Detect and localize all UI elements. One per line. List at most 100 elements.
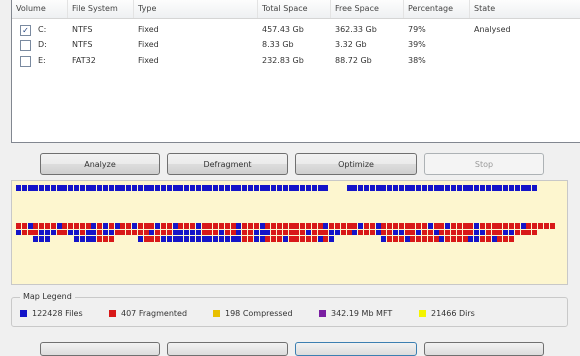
cluster-block-fragmented [422,229,427,236]
cluster-block-fragmented [404,223,410,229]
cluster-block-file [509,185,514,191]
cluster-block-fragmented [514,229,520,236]
cluster-block-file [74,236,79,242]
cluster-block-file [346,185,352,191]
bottom-button-4[interactable] [424,342,544,356]
volume-fs: FAT32 [72,56,96,65]
cluster-block-fragmented [300,223,306,229]
cluster-block-fragmented [416,236,422,242]
cluster-block-file [114,185,120,191]
cluster-block-file [39,185,45,191]
cluster-block-fragmented [248,236,253,242]
cluster-block-fragmented [143,223,149,229]
cluster-block-fragmented [282,223,288,229]
cluster-block-file [306,185,311,191]
cluster-block-fragmented [97,236,103,242]
cluster-block-fragmented [155,229,161,236]
cluster-block-fragmented [526,229,532,236]
cluster-block-fragmented [126,229,132,236]
cluster-block-file [27,223,33,229]
cluster-block-fragmented [538,223,543,229]
cluster-block-file [445,223,451,229]
volume-state [470,37,474,53]
cluster-block-file [317,185,323,191]
cluster-block-fragmented [230,229,236,236]
stop-button[interactable]: Stop [424,153,544,175]
cluster-block-file [288,185,294,191]
cluster-block-fragmented [456,236,462,242]
cluster-block-fragmented [451,223,456,229]
cluster-block-fragmented [132,229,137,236]
cluster-block-fragmented [491,223,497,229]
cluster-block-fragmented [161,223,166,229]
cluster-block-fragmented [62,229,68,236]
cluster-block-file [375,229,381,236]
col-percentage[interactable]: Percentage [404,0,470,18]
bottom-button-3[interactable] [295,342,417,356]
cluster-block-fragmented [526,223,532,229]
cluster-block-file [27,185,33,191]
cluster-block-file [68,229,74,236]
cluster-block-fragmented [468,223,474,229]
cluster-block-fragmented [224,229,230,236]
col-total-space[interactable]: Total Space [258,0,331,18]
cluster-block-file [509,229,514,236]
bottom-button-2[interactable] [167,342,288,356]
col-type[interactable]: Type [134,0,258,18]
volume-list[interactable]: Volume File System Type Total Space Free… [11,0,580,143]
volume-row[interactable]: D: NTFS Fixed 8.33 Gb 3.32 Gb 39% [12,37,580,53]
volume-total: 457.43 Gb [262,25,304,34]
cluster-block-file [462,185,468,191]
cluster-block-file [306,229,311,236]
volume-checkbox[interactable] [20,40,31,51]
cluster-block-fragmented [242,229,248,236]
cluster-block-file [416,185,422,191]
cluster-block-fragmented [398,236,404,242]
cluster-block-file [91,236,97,242]
volume-checkbox[interactable] [20,56,31,67]
cluster-block-fragmented [288,236,294,242]
col-file-system[interactable]: File System [68,0,134,18]
cluster-block-file [497,185,503,191]
cluster-block-file [56,185,62,191]
cluster-block-fragmented [300,229,306,236]
cluster-block-file [480,229,485,236]
cluster-block-file [456,185,462,191]
cluster-block-file [480,185,485,191]
cluster-block-fragmented [387,236,393,242]
cluster-block-fragmented [335,223,340,229]
col-volume[interactable]: Volume [12,0,68,18]
cluster-block-fragmented [480,236,485,242]
cluster-block-file [259,236,265,242]
cluster-block-file [503,229,509,236]
volume-letter: C: [38,25,47,34]
col-free-space[interactable]: Free Space [331,0,404,18]
map-legend: Map Legend 122428 Files 407 Fragmented 1… [11,292,568,327]
optimize-button[interactable]: Optimize [295,153,417,175]
cluster-block-file [190,236,195,242]
cluster-block-fragmented [445,229,451,236]
volume-row[interactable]: ✓ C: NTFS Fixed 457.43 Gb 362.33 Gb 79% … [12,22,580,38]
volume-row[interactable]: E: FAT32 Fixed 232.83 Gb 88.72 Gb 38% [12,53,580,69]
volume-list-header: Volume File System Type Total Space Free… [12,0,580,19]
col-state[interactable]: State [470,0,580,18]
cluster-block-fragmented [364,229,369,236]
analyze-button[interactable]: Analyze [40,153,160,175]
defragment-button[interactable]: Defragment [167,153,288,175]
cluster-block-file [526,185,532,191]
cluster-block-file [358,185,364,191]
legend-files-label: 122428 Files [32,309,83,318]
cluster-block-fragmented [213,229,219,236]
cluster-block-fragmented [503,236,509,242]
cluster-block-fragmented [410,229,416,236]
cluster-block-fragmented [439,229,445,236]
cluster-block-file [393,229,398,236]
cluster-block-fragmented [120,223,126,229]
cluster-block-file [259,229,265,236]
bottom-button-1[interactable] [40,342,160,356]
cluster-block-fragmented [149,223,155,229]
volume-pct: 39% [408,40,426,49]
volume-checkbox[interactable]: ✓ [20,25,31,36]
cluster-block-fragmented [306,236,311,242]
cluster-block-fragmented [433,236,439,242]
